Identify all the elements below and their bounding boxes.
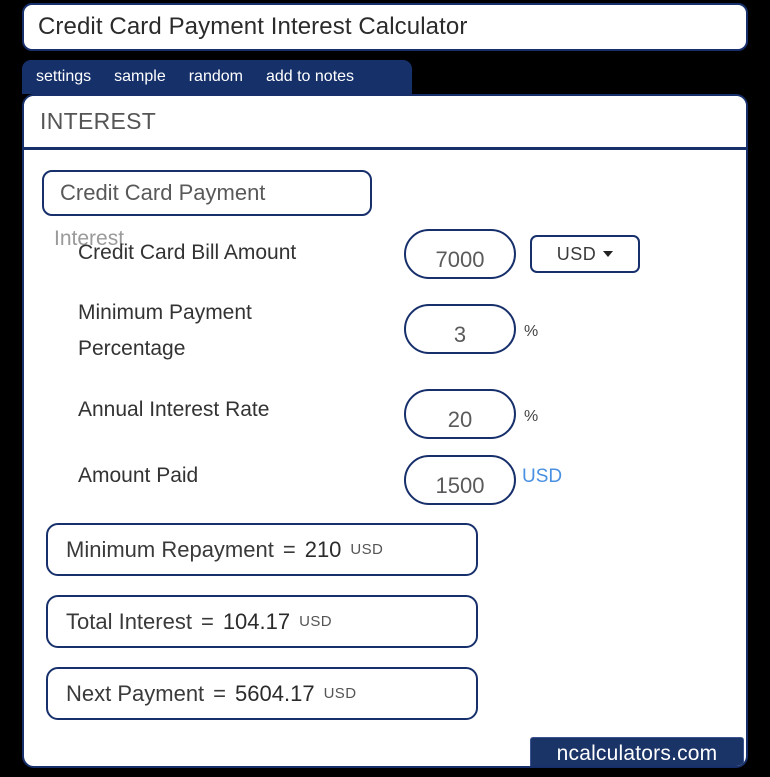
input-minimum-payment-percentage[interactable]: 3 xyxy=(404,304,516,354)
tab-sample[interactable]: sample xyxy=(114,68,166,86)
result-label-next-payment: Next Payment xyxy=(66,680,205,706)
input-value-bill-amount: 7000 xyxy=(435,247,485,272)
page-title: Credit Card Payment Interest Calculator xyxy=(38,13,468,40)
result-value-total-interest: 104.17 xyxy=(222,608,291,634)
calculator-name-label: Credit Card Payment xyxy=(60,180,266,205)
app-screen: Credit Card Payment Interest Calculator … xyxy=(0,0,770,777)
input-amount-paid[interactable]: 1500 xyxy=(404,455,516,505)
tab-random[interactable]: random xyxy=(189,68,243,86)
input-value-annual-interest-rate: 20 xyxy=(447,407,473,432)
unit-usd-amount-paid: USD xyxy=(522,466,563,487)
result-next-payment: Next Payment = 5604.17 USD xyxy=(46,667,478,720)
brand-badge[interactable]: ncalculators.com xyxy=(530,737,744,766)
calculator-card: INTEREST Credit Card Payment Interest Cr… xyxy=(22,94,748,768)
section-header: INTEREST xyxy=(24,96,746,150)
tab-settings[interactable]: settings xyxy=(36,68,91,86)
input-value-minimum-payment-percentage: 3 xyxy=(453,322,467,347)
result-unit-next-payment: USD xyxy=(323,685,357,702)
label-credit-card-bill-amount: Credit Card Bill Amount xyxy=(78,241,297,264)
result-label-total-interest: Total Interest xyxy=(66,608,192,634)
input-value-amount-paid: 1500 xyxy=(435,473,485,498)
unit-percent-minimum-payment: % xyxy=(524,323,539,340)
result-label-minimum-repayment: Minimum Repayment xyxy=(66,536,274,562)
tab-add-to-notes[interactable]: add to notes xyxy=(266,68,354,86)
result-total-interest: Total Interest = 104.17 USD xyxy=(46,595,478,648)
input-credit-card-bill-amount[interactable]: 7000 xyxy=(404,229,516,279)
window-title-bar: Credit Card Payment Interest Calculator xyxy=(22,3,748,51)
result-value-minimum-repayment: 210 xyxy=(304,536,342,562)
tab-bar: settings sample random add to notes xyxy=(22,60,412,94)
unit-percent-annual-interest-rate: % xyxy=(524,408,539,425)
result-equals-next-payment: = xyxy=(213,680,227,706)
section-header-label: INTEREST xyxy=(40,108,157,134)
result-equals-minimum-repayment: = xyxy=(282,536,296,562)
result-value-next-payment: 5604.17 xyxy=(235,680,315,706)
result-unit-total-interest: USD xyxy=(299,613,332,630)
chevron-down-icon xyxy=(603,251,614,257)
label-minimum-payment-percentage: Minimum Payment Percentage xyxy=(78,301,252,360)
label-annual-interest-rate: Annual Interest Rate xyxy=(78,398,270,421)
currency-dropdown[interactable]: USD xyxy=(530,235,640,273)
currency-dropdown-value: USD xyxy=(556,243,597,264)
label-amount-paid: Amount Paid xyxy=(78,464,199,487)
result-minimum-repayment: Minimum Repayment = 210 USD xyxy=(46,523,478,576)
result-unit-minimum-repayment: USD xyxy=(350,541,384,558)
brand-badge-label: ncalculators.com xyxy=(556,742,718,765)
input-annual-interest-rate[interactable]: 20 xyxy=(404,389,516,439)
calculator-name-box[interactable]: Credit Card Payment xyxy=(42,170,372,216)
result-equals-total-interest: = xyxy=(200,608,214,634)
